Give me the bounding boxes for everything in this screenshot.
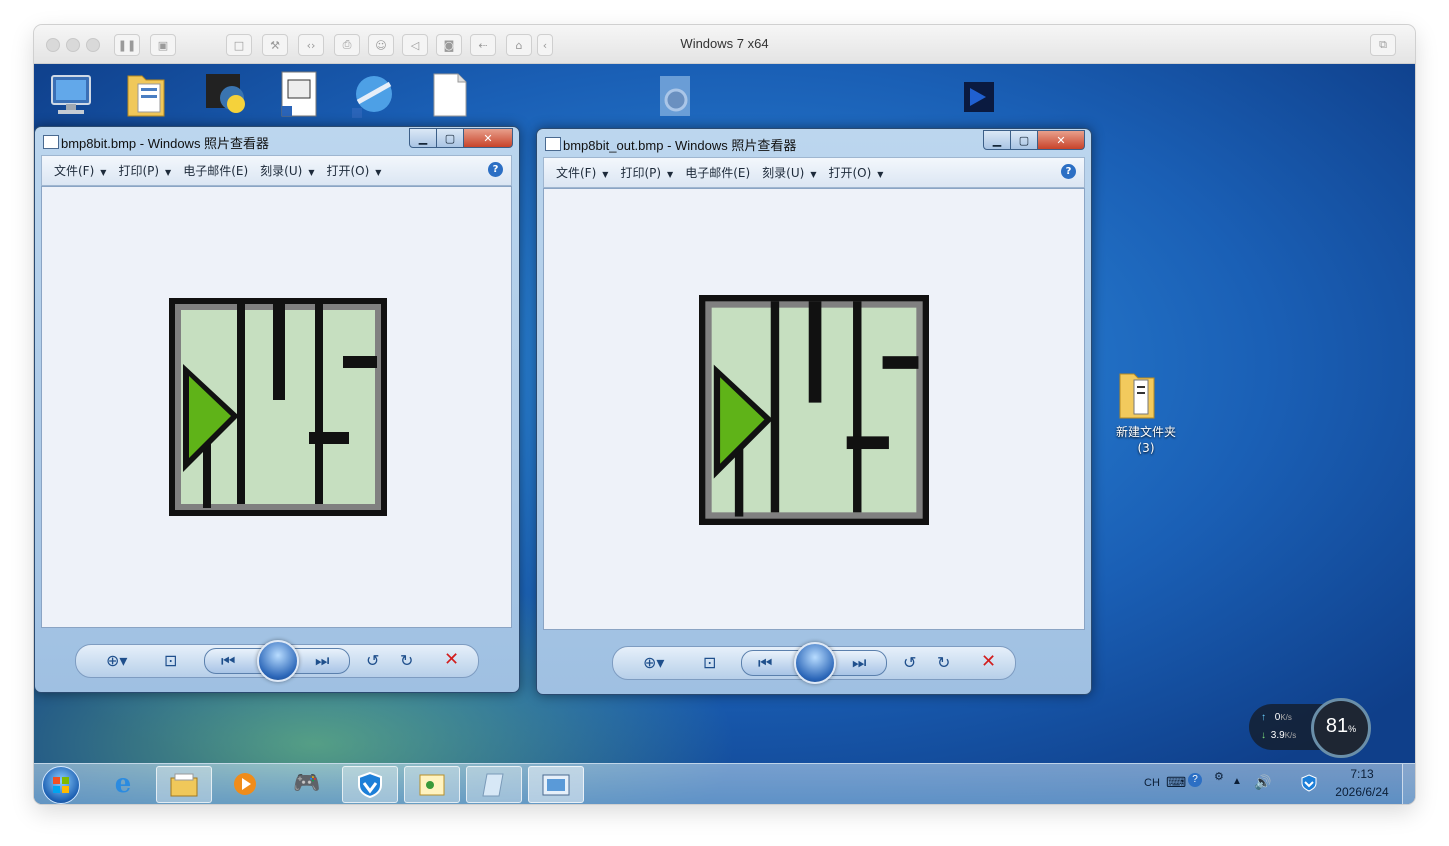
taskbar-explorer-icon[interactable] (156, 766, 212, 803)
next-icon[interactable]: ⏭ (852, 653, 866, 673)
delete-icon[interactable]: ✕ (444, 649, 459, 670)
ime-settings-icon[interactable]: ⚙ (1214, 770, 1224, 783)
taskbar-notepad-icon[interactable] (466, 766, 522, 803)
rotate-right-icon[interactable]: ↻ (937, 653, 950, 672)
taskbar-shield-icon[interactable] (342, 766, 398, 803)
bmp-image (699, 295, 929, 525)
menu-burn[interactable]: 刻录(U) ▼ (762, 164, 816, 181)
previous-icon[interactable]: ⏮ (758, 653, 772, 673)
python-icon[interactable] (202, 72, 262, 132)
close-button[interactable]: ✕ (1037, 130, 1085, 150)
zoom-icon[interactable]: ⊕▾ (643, 653, 664, 672)
vm-window: ❚❚ ▣ □ ⚒ ‹› ⎙ ☺ ◁ ◙ ⇠ ⌂ ‹ Windows 7 x64 … (34, 25, 1415, 804)
menu-print[interactable]: 打印(P) ▼ (118, 162, 171, 179)
maximize-button[interactable]: ▢ (1010, 130, 1038, 150)
image-canvas (543, 188, 1085, 630)
start-button[interactable] (42, 766, 80, 804)
menu-open[interactable]: 打开(O) ▼ (326, 162, 381, 179)
photo-viewer-window-2[interactable]: bmp8bit_out.bmp - Windows 照片查看器 ▁ ▢ ✕ 文件… (536, 128, 1092, 695)
new-folder-label: 新建文件夹 (1115, 425, 1176, 439)
menu-print[interactable]: 打印(P) ▼ (620, 164, 673, 181)
download-unit: K/s (1284, 731, 1297, 740)
close-button[interactable]: ✕ (463, 128, 513, 148)
menu-burn[interactable]: 刻录(U) ▼ (260, 162, 314, 179)
slideshow-button[interactable] (257, 640, 299, 682)
menu-email[interactable]: 电子邮件(E) (183, 162, 248, 179)
rotate-right-icon[interactable]: ↻ (400, 651, 413, 670)
show-hidden-icons[interactable]: ▲ (1232, 776, 1242, 787)
menu-email[interactable]: 电子邮件(E) (685, 164, 750, 181)
photo-viewer-app-icon (43, 135, 59, 149)
minimize-button[interactable]: ▁ (409, 128, 437, 148)
menu-bar: 文件(F) ▼ 打印(P) ▼ 电子邮件(E) 刻录(U) ▼ 打开(O) ▼ ? (543, 157, 1085, 188)
actual-size-icon[interactable]: ⊡ (703, 653, 716, 672)
download-arrow-icon: ↓ (1261, 730, 1266, 741)
taskbar-photo-viewer-icon[interactable] (528, 766, 584, 803)
window-title: bmp8bit.bmp - Windows 照片查看器 (61, 136, 270, 151)
bmp-image (169, 298, 387, 516)
next-icon[interactable]: ⏭ (315, 651, 329, 671)
volume-icon[interactable]: 🔊 (1254, 774, 1271, 791)
taskbar-paint-icon[interactable] (404, 766, 460, 803)
clock-date[interactable]: 2026/6/24 (1326, 785, 1398, 799)
new-folder-icon[interactable]: 新建文件夹 (3) (1106, 370, 1186, 460)
upload-unit: K/s (1280, 713, 1292, 722)
rotate-left-icon[interactable]: ↺ (903, 653, 916, 672)
new-folder-sublabel: (3) (1137, 441, 1155, 455)
maximize-button[interactable]: ▢ (436, 128, 464, 148)
memory-gauge[interactable]: 81% (1311, 698, 1371, 758)
help-tray-icon[interactable]: ? (1188, 773, 1202, 787)
viewer-toolbar: ⊕▾ ⊡ ⏮ ⏭ ↺ ↻ ✕ (612, 642, 1016, 684)
security-tray-icon[interactable] (1300, 774, 1318, 792)
slideshow-button[interactable] (794, 642, 836, 684)
photo-viewer-window-1[interactable]: bmp8bit.bmp - Windows 照片查看器 ▁ ▢ ✕ 文件(F) ▼… (34, 126, 520, 693)
upload-arrow-icon: ↑ (1261, 712, 1266, 723)
zoom-icon[interactable]: ⊕▾ (106, 651, 127, 670)
text-file-icon[interactable] (430, 72, 490, 132)
photo-viewer-app-icon (545, 137, 561, 151)
taskbar-ie-icon[interactable]: e (96, 766, 150, 801)
previous-icon[interactable]: ⏮ (221, 651, 235, 671)
show-desktop-button[interactable] (1402, 764, 1415, 804)
clock-time[interactable]: 7:13 (1332, 767, 1392, 781)
window-title: bmp8bit_out.bmp - Windows 照片查看器 (563, 138, 797, 153)
win7-desktop: 新建文件夹 (3) bmp8bit.bmp - Windows 照片查看器 ▁ … (34, 64, 1415, 804)
taskbar-game-icon[interactable]: 🎮 (280, 766, 334, 801)
help-icon[interactable]: ? (1061, 164, 1076, 179)
minimize-button[interactable]: ▁ (983, 130, 1011, 150)
computer-icon[interactable] (46, 72, 106, 132)
rotate-left-icon[interactable]: ↺ (366, 651, 379, 670)
menu-file[interactable]: 文件(F) ▼ (54, 162, 106, 179)
language-indicator[interactable]: CH (1144, 777, 1160, 789)
taskbar-media-icon[interactable] (218, 766, 272, 801)
delete-icon[interactable]: ✕ (981, 651, 996, 672)
menu-open[interactable]: 打开(O) ▼ (828, 164, 883, 181)
network-shortcut-icon[interactable] (350, 72, 410, 132)
menu-bar: 文件(F) ▼ 打印(P) ▼ 电子邮件(E) 刻录(U) ▼ 打开(O) ▼ ? (41, 155, 512, 186)
menu-file[interactable]: 文件(F) ▼ (556, 164, 608, 181)
download-value: 3.9 (1270, 730, 1285, 741)
gauge-unit: % (1348, 724, 1357, 734)
keyboard-icon[interactable]: ⌨ (1166, 774, 1186, 791)
fullscreen-icon[interactable]: ⧉ (1370, 34, 1396, 56)
viewer-toolbar: ⊕▾ ⊡ ⏮ ⏭ ↺ ↻ ✕ (75, 640, 479, 682)
calculator-shortcut-icon[interactable] (278, 70, 338, 130)
vm-title: Windows 7 x64 (680, 36, 769, 51)
vm-titlebar: ❚❚ ▣ □ ⚒ ‹› ⎙ ☺ ◁ ◙ ⇠ ⌂ ‹ Windows 7 x64 … (34, 25, 1415, 64)
actual-size-icon[interactable]: ⊡ (164, 651, 177, 670)
gauge-value: 81 (1325, 715, 1349, 737)
gear-file-icon[interactable] (654, 74, 714, 134)
taskbar: e 🎮 CH ⌨ ? ⚙ ▲ 🔊 7:13 2026/6/24 (34, 763, 1415, 804)
help-icon[interactable]: ? (488, 162, 503, 177)
documents-folder-icon[interactable] (124, 70, 184, 130)
image-canvas (41, 186, 512, 628)
